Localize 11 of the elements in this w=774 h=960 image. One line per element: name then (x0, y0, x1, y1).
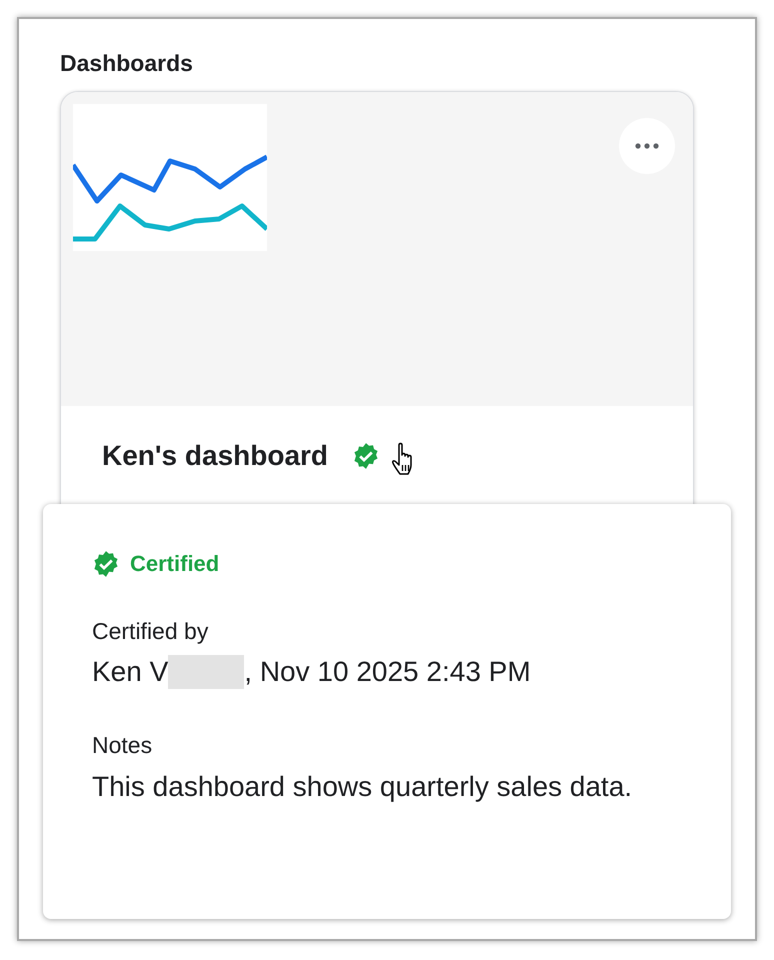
certifier-name: Ken V (92, 655, 168, 689)
certified-by-label: Certified by (92, 617, 210, 646)
certified-date: , Nov 10 2025 2:43 PM (244, 655, 531, 689)
dashboard-title[interactable]: Ken's dashboard (102, 440, 328, 472)
notes-text: This dashboard shows quarterly sales data. (92, 770, 634, 804)
certified-badge-icon (92, 550, 120, 578)
notes-label: Notes (92, 731, 154, 760)
section-heading: Dashboards (60, 49, 194, 78)
more-icon (635, 143, 659, 149)
certified-status: Certified (130, 551, 220, 577)
certified-badge-icon[interactable] (352, 442, 380, 470)
